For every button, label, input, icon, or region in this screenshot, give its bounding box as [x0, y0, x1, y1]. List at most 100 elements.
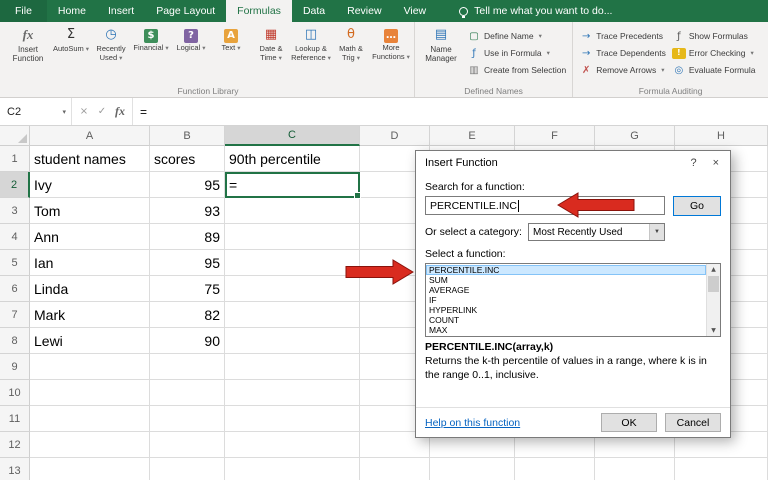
cell-C3[interactable] — [225, 198, 360, 224]
row-header-3[interactable]: 3 — [0, 198, 30, 224]
ribbon-more-functions[interactable]: … More Functions ▾ — [371, 24, 411, 83]
ribbon-remove-arrows[interactable]: ✗ Remove Arrows ▾ — [576, 63, 669, 77]
cell-B1[interactable]: scores — [150, 146, 225, 172]
row-header-6[interactable]: 6 — [0, 276, 30, 302]
cell-A10[interactable] — [30, 380, 150, 406]
insert-function-fx-icon[interactable]: fx — [111, 104, 129, 119]
function-option-percentile.inc[interactable]: PERCENTILE.INC — [426, 265, 706, 275]
cell-C6[interactable] — [225, 276, 360, 302]
tab-data[interactable]: Data — [292, 0, 336, 22]
column-header-C[interactable]: C — [225, 126, 360, 146]
ribbon-name-manager[interactable]: ▤ Name Manager — [418, 24, 464, 83]
row-header-12[interactable]: 12 — [0, 432, 30, 458]
column-header-D[interactable]: D — [360, 126, 430, 146]
cell-C8[interactable] — [225, 328, 360, 354]
scrollbar-thumb[interactable] — [708, 276, 719, 292]
ribbon-insert-function[interactable]: fx Insert Function — [5, 24, 51, 83]
cell-B12[interactable] — [150, 432, 225, 458]
enter-entry-icon[interactable]: ✓ — [93, 106, 111, 117]
scroll-up-icon[interactable]: ▲ — [707, 264, 720, 275]
cell-B10[interactable] — [150, 380, 225, 406]
scrollbar-track[interactable] — [707, 275, 720, 325]
tell-me-box[interactable]: Tell me what you want to do... — [459, 0, 612, 22]
go-button[interactable]: Go — [673, 196, 721, 216]
column-header-B[interactable]: B — [150, 126, 225, 146]
row-header-10[interactable]: 10 — [0, 380, 30, 406]
cell-F13[interactable] — [515, 458, 595, 480]
help-link[interactable]: Help on this function — [425, 417, 520, 429]
cell-C5[interactable] — [225, 250, 360, 276]
ribbon-lookup-reference[interactable]: ◫ Lookup & Reference ▾ — [291, 24, 331, 83]
ribbon-evaluate-formula[interactable]: ◎ Evaluate Formula — [669, 63, 759, 77]
function-option-sum[interactable]: SUM — [426, 275, 706, 285]
ribbon-financial[interactable]: $ Financial ▾ — [131, 24, 171, 83]
cell-A3[interactable]: Tom — [30, 198, 150, 224]
row-header-5[interactable]: 5 — [0, 250, 30, 276]
cell-C9[interactable] — [225, 354, 360, 380]
select-all-button[interactable] — [0, 126, 30, 146]
cell-B2[interactable]: 95 — [150, 172, 225, 198]
name-box-dropdown-icon[interactable]: ▾ — [62, 108, 71, 116]
ok-button[interactable]: OK — [601, 413, 657, 432]
tab-page-layout[interactable]: Page Layout — [145, 0, 226, 22]
cell-A9[interactable] — [30, 354, 150, 380]
function-option-if[interactable]: IF — [426, 295, 706, 305]
ribbon-math-trig[interactable]: θ Math & Trig ▾ — [331, 24, 371, 83]
ribbon-trace-precedents[interactable]: → Trace Precedents — [576, 29, 669, 43]
cell-C10[interactable] — [225, 380, 360, 406]
tab-review[interactable]: Review — [336, 0, 392, 22]
cell-G13[interactable] — [595, 458, 675, 480]
cell-C13[interactable] — [225, 458, 360, 480]
cell-C2[interactable]: = — [225, 172, 361, 199]
cell-A13[interactable] — [30, 458, 150, 480]
tab-formulas[interactable]: Formulas — [226, 0, 292, 22]
cell-A8[interactable]: Lewi — [30, 328, 150, 354]
cell-B8[interactable]: 90 — [150, 328, 225, 354]
cell-B7[interactable]: 82 — [150, 302, 225, 328]
cell-B4[interactable]: 89 — [150, 224, 225, 250]
cell-A2[interactable]: Ivy — [30, 172, 150, 198]
cell-A11[interactable] — [30, 406, 150, 432]
cell-B3[interactable]: 93 — [150, 198, 225, 224]
ribbon-use-in-formula[interactable]: ƒ Use in Formula ▾ — [464, 46, 569, 60]
cell-A5[interactable]: Ian — [30, 250, 150, 276]
cell-E13[interactable] — [430, 458, 515, 480]
column-header-G[interactable]: G — [595, 126, 675, 146]
ribbon-error-checking[interactable]: ! Error Checking ▾ — [669, 46, 759, 60]
function-option-count[interactable]: COUNT — [426, 315, 706, 325]
row-header-7[interactable]: 7 — [0, 302, 30, 328]
cell-A12[interactable] — [30, 432, 150, 458]
cell-A1[interactable]: student names — [30, 146, 150, 172]
cancel-button[interactable]: Cancel — [665, 413, 721, 432]
cell-C7[interactable] — [225, 302, 360, 328]
ribbon-create-from-selection[interactable]: ▥ Create from Selection — [464, 63, 569, 77]
function-search-input[interactable]: PERCENTILE.INC — [425, 196, 665, 215]
formula-input[interactable]: = — [133, 98, 768, 125]
category-dropdown[interactable]: Most Recently Used ▼ — [528, 223, 665, 241]
row-header-9[interactable]: 9 — [0, 354, 30, 380]
cancel-entry-icon[interactable]: × — [75, 106, 93, 117]
ribbon-autosum[interactable]: Σ AutoSum ▾ — [51, 24, 91, 83]
row-header-2[interactable]: 2 — [0, 172, 30, 198]
dropdown-arrow-icon[interactable]: ▼ — [649, 224, 664, 240]
tab-view[interactable]: View — [393, 0, 438, 22]
cell-A7[interactable]: Mark — [30, 302, 150, 328]
ribbon-logical[interactable]: ? Logical ▾ — [171, 24, 211, 83]
ribbon-show-formulas[interactable]: ƒ Show Formulas — [669, 29, 759, 43]
cell-B6[interactable]: 75 — [150, 276, 225, 302]
cell-A4[interactable]: Ann — [30, 224, 150, 250]
cell-D13[interactable] — [360, 458, 430, 480]
function-option-max[interactable]: MAX — [426, 325, 706, 335]
dialog-title-bar[interactable]: Insert Function ? × — [416, 151, 730, 175]
name-box[interactable]: C2 ▾ — [0, 98, 72, 125]
cell-B5[interactable]: 95 — [150, 250, 225, 276]
ribbon-trace-dependents[interactable]: → Trace Dependents — [576, 46, 669, 60]
cell-C1[interactable]: 90th percentile — [225, 146, 360, 172]
cell-C11[interactable] — [225, 406, 360, 432]
cell-B9[interactable] — [150, 354, 225, 380]
column-header-H[interactable]: H — [675, 126, 768, 146]
ribbon-define-name[interactable]: ▢ Define Name ▾ — [464, 29, 569, 43]
row-header-8[interactable]: 8 — [0, 328, 30, 354]
cell-C12[interactable] — [225, 432, 360, 458]
column-header-F[interactable]: F — [515, 126, 595, 146]
